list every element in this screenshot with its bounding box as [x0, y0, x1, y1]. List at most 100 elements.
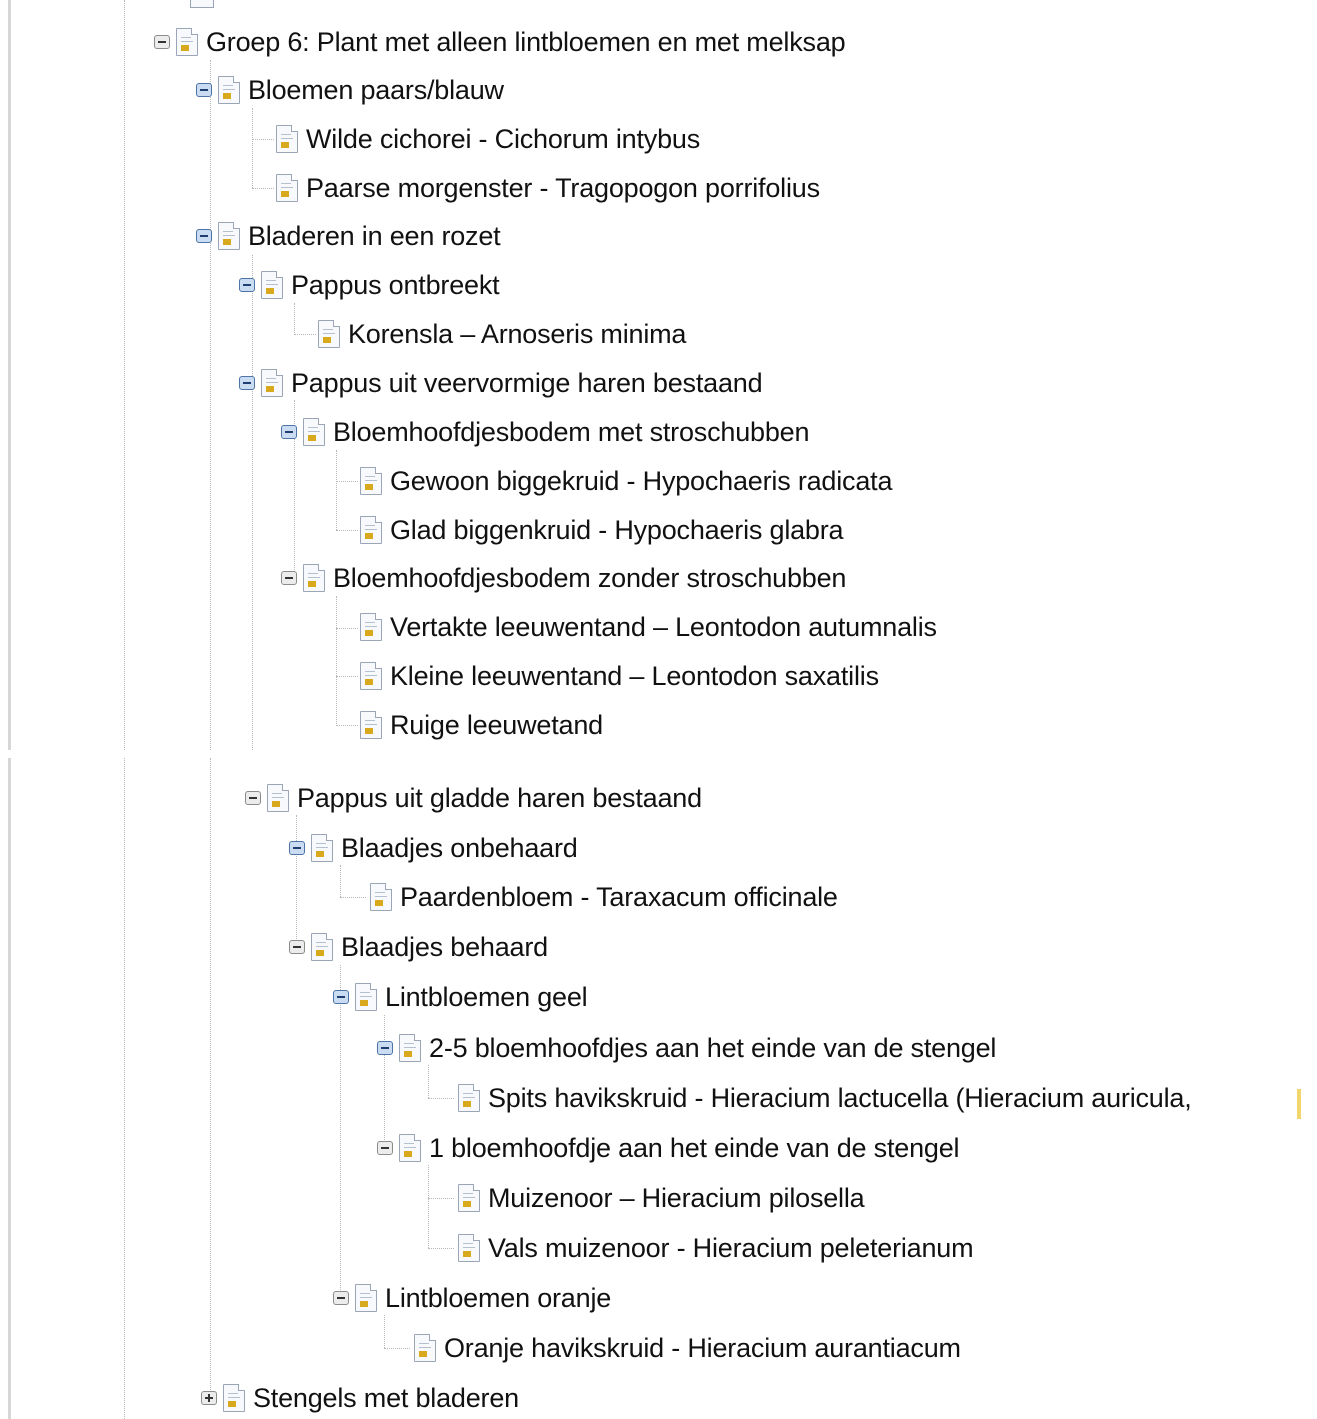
- node-label[interactable]: Blaadjes onbehaard: [341, 833, 578, 864]
- tree-node[interactable]: Pappus uit veervormige haren bestaand: [239, 366, 763, 400]
- document-icon: [360, 467, 382, 495]
- tree-node[interactable]: Bloemen paars/blauw: [196, 73, 504, 107]
- tree-node[interactable]: Pappus ontbreekt: [239, 268, 500, 302]
- node-label[interactable]: Vertakte leeuwentand – Leontodon autumna…: [390, 612, 937, 643]
- tree-leaf[interactable]: Korensla – Arnoseris minima: [318, 317, 686, 351]
- collapse-toggle-icon[interactable]: [239, 376, 255, 390]
- node-label[interactable]: Ruige leeuwetand: [390, 710, 603, 741]
- tree-node-group6[interactable]: Groep 6: Plant met alleen lintbloemen en…: [154, 25, 846, 59]
- node-label[interactable]: Muizenoor – Hieracium pilosella: [488, 1183, 865, 1214]
- node-label[interactable]: Bloemhoofdjesbodem met stroschubben: [333, 417, 809, 448]
- tree-leaf[interactable]: Paarse morgenster - Tragopogon porrifoli…: [276, 171, 820, 205]
- tree-leaf[interactable]: Glad biggenkruid - Hypochaeris glabra: [360, 513, 844, 547]
- tree-leaf[interactable]: Spits havikskruid - Hieracium lactucella…: [458, 1081, 1192, 1115]
- collapse-toggle-icon[interactable]: [377, 1141, 393, 1155]
- document-icon: [414, 1334, 436, 1362]
- tree-leaf[interactable]: Muizenoor – Hieracium pilosella: [458, 1181, 865, 1215]
- document-icon: [355, 983, 377, 1011]
- collapse-toggle-icon[interactable]: [289, 940, 305, 954]
- node-label[interactable]: Paarse morgenster - Tragopogon porrifoli…: [306, 173, 820, 204]
- tree-node[interactable]: Stengels met bladeren: [201, 1381, 519, 1415]
- node-label[interactable]: Wilde cichorei - Cichorum intybus: [306, 124, 700, 155]
- tree-guide: [210, 60, 211, 750]
- tree-leaf[interactable]: Gewoon biggekruid - Hypochaeris radicata: [360, 464, 892, 498]
- node-label[interactable]: Vals muizenoor - Hieracium peleterianum: [488, 1233, 974, 1264]
- node-label[interactable]: Bladeren in een rozet: [248, 221, 501, 252]
- document-icon: [458, 1234, 480, 1262]
- document-icon: [267, 784, 289, 812]
- panel-separator: [0, 750, 1317, 758]
- node-label[interactable]: Pappus ontbreekt: [291, 270, 500, 301]
- document-icon: [360, 613, 382, 641]
- node-label[interactable]: 1 bloemhoofdje aan het einde van de sten…: [429, 1133, 960, 1164]
- document-icon: [370, 883, 392, 911]
- collapse-toggle-icon[interactable]: [196, 83, 212, 97]
- node-label[interactable]: Pappus uit gladde haren bestaand: [297, 783, 702, 814]
- tree-node[interactable]: 2-5 bloemhoofdjes aan het einde van de s…: [377, 1031, 996, 1065]
- tree-node[interactable]: Lintbloemen geel: [333, 980, 588, 1014]
- expand-toggle-icon[interactable]: [201, 1391, 217, 1405]
- node-label[interactable]: Bloemhoofdjesbodem zonder stroschubben: [333, 563, 846, 594]
- tree-node[interactable]: 1 bloemhoofdje aan het einde van de sten…: [377, 1131, 960, 1165]
- document-icon: [311, 933, 333, 961]
- tree-guide: [124, 0, 125, 750]
- tree-guide: [252, 139, 274, 140]
- node-label[interactable]: Glad biggenkruid - Hypochaeris glabra: [390, 515, 844, 546]
- node-label[interactable]: Stengels met bladeren: [253, 1383, 519, 1414]
- node-label[interactable]: Bloemen paars/blauw: [248, 75, 504, 106]
- node-label[interactable]: Oranje havikskruid - Hieracium aurantiac…: [444, 1333, 961, 1364]
- collapse-toggle-icon[interactable]: [289, 841, 305, 855]
- tree-guide: [428, 1248, 454, 1249]
- tree-node[interactable]: Bloemhoofdjesbodem zonder stroschubben: [281, 561, 846, 595]
- node-label[interactable]: Pappus uit veervormige haren bestaand: [291, 368, 763, 399]
- tree-node[interactable]: Blaadjes onbehaard: [289, 831, 578, 865]
- tree-leaf[interactable]: Ruige leeuwetand: [360, 708, 603, 742]
- collapse-toggle-icon[interactable]: [281, 425, 297, 439]
- tree-node[interactable]: Lintbloemen oranje: [333, 1281, 611, 1315]
- tree-node[interactable]: Bladeren in een rozet: [196, 219, 501, 253]
- collapse-toggle-icon[interactable]: [281, 571, 297, 585]
- tree-guide: [428, 1098, 454, 1099]
- node-label[interactable]: Lintbloemen oranje: [385, 1283, 611, 1314]
- collapse-toggle-icon[interactable]: [333, 1291, 349, 1305]
- node-label[interactable]: Paardenbloem - Taraxacum officinale: [400, 882, 838, 913]
- document-icon: [276, 125, 298, 153]
- document-icon: [399, 1134, 421, 1162]
- document-icon: [458, 1084, 480, 1112]
- tree-guide: [252, 255, 253, 750]
- tree-guide: [384, 1348, 410, 1349]
- collapse-toggle-icon[interactable]: [196, 229, 212, 243]
- collapse-toggle-icon[interactable]: [239, 278, 255, 292]
- left-border-bottom: [8, 758, 11, 1419]
- document-icon: [458, 1184, 480, 1212]
- document-icon: [318, 320, 340, 348]
- node-label[interactable]: Lintbloemen geel: [385, 982, 588, 1013]
- tree-node[interactable]: Bloemhoofdjesbodem met stroschubben: [281, 415, 809, 449]
- tree-leaf[interactable]: Vals muizenoor - Hieracium peleterianum: [458, 1231, 974, 1265]
- tree-leaf[interactable]: Paardenbloem - Taraxacum officinale: [370, 880, 838, 914]
- tree-guide: [336, 725, 358, 726]
- tree-leaf[interactable]: Wilde cichorei - Cichorum intybus: [276, 122, 700, 156]
- node-label[interactable]: Kleine leeuwentand – Leontodon saxatilis: [390, 661, 879, 692]
- tree-leaf[interactable]: Kleine leeuwentand – Leontodon saxatilis: [360, 659, 879, 693]
- collapse-toggle-icon[interactable]: [333, 990, 349, 1004]
- node-label[interactable]: Blaadjes behaard: [341, 932, 548, 963]
- node-label[interactable]: Groep 6: Plant met alleen lintbloemen en…: [206, 27, 846, 58]
- collapse-toggle-icon[interactable]: [245, 791, 261, 805]
- tree-guide: [336, 628, 358, 629]
- node-label[interactable]: Gewoon biggekruid - Hypochaeris radicata: [390, 466, 892, 497]
- collapse-toggle-icon[interactable]: [154, 35, 170, 49]
- tree-node[interactable]: Pappus uit gladde haren bestaand: [245, 781, 702, 815]
- tree-leaf[interactable]: Oranje havikskruid - Hieracium aurantiac…: [414, 1331, 961, 1365]
- document-icon: [218, 76, 240, 104]
- tree-node[interactable]: Blaadjes behaard: [289, 930, 548, 964]
- tree-leaf[interactable]: Vertakte leeuwentand – Leontodon autumna…: [360, 610, 937, 644]
- node-label[interactable]: Spits havikskruid - Hieracium lactucella…: [488, 1083, 1192, 1114]
- document-icon: [399, 1034, 421, 1062]
- collapse-toggle-icon[interactable]: [377, 1041, 393, 1055]
- tree-guide: [428, 1165, 429, 1248]
- node-label[interactable]: Korensla – Arnoseris minima: [348, 319, 686, 350]
- tree-guide: [336, 596, 337, 726]
- node-label[interactable]: 2-5 bloemhoofdjes aan het einde van de s…: [429, 1033, 996, 1064]
- tree-guide: [336, 481, 358, 482]
